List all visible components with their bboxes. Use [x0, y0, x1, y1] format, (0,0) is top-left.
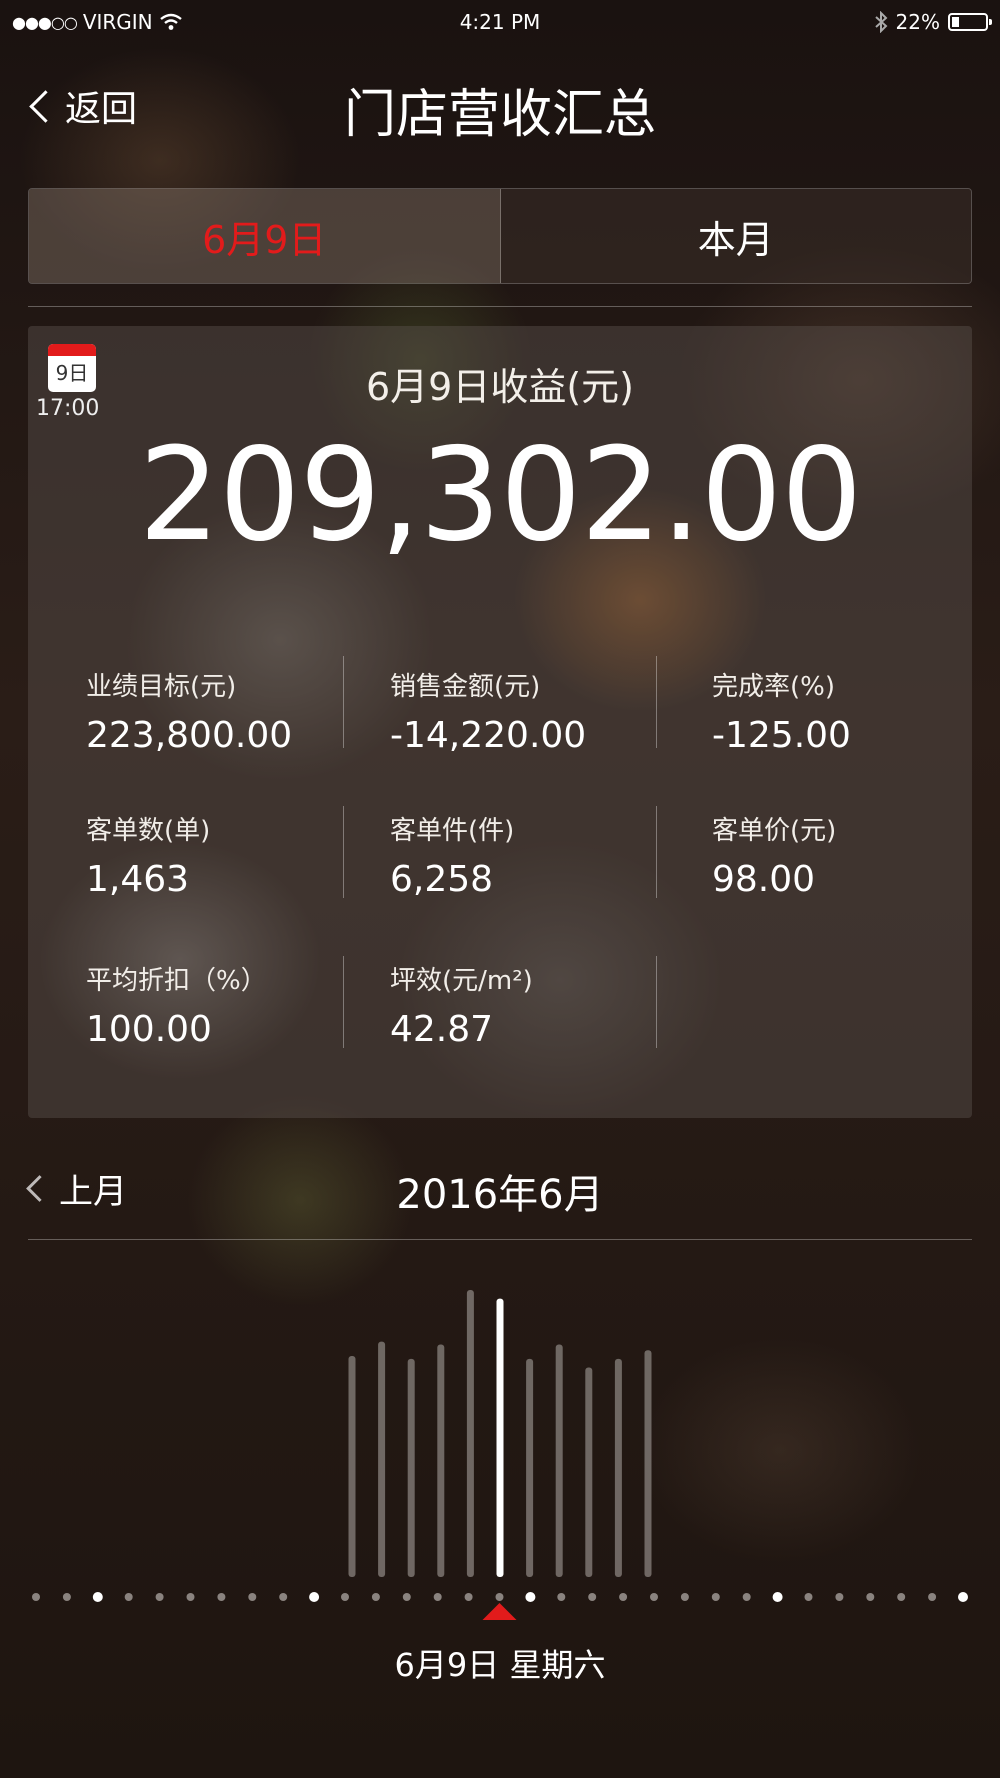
metric-value: -125.00	[712, 715, 851, 756]
battery-fill	[952, 17, 959, 27]
divider	[28, 306, 972, 307]
metric-order-count: 客单数(单) 1,463	[86, 810, 210, 900]
battery-percent: 22%	[895, 10, 940, 34]
day-dot[interactable]	[433, 1593, 442, 1601]
day-dot[interactable]	[495, 1593, 504, 1601]
metric-value: 98.00	[712, 859, 816, 900]
metric-label: 坪效(元/m²)	[390, 966, 533, 996]
metric-avg-order-value: 客单价(元) 98.00	[712, 810, 836, 900]
metric-value: 6,258	[390, 859, 494, 900]
day-bar[interactable]	[348, 1356, 356, 1577]
metric-value: 1,463	[86, 859, 190, 900]
day-dot[interactable]	[279, 1593, 288, 1601]
day-dot[interactable]	[371, 1593, 380, 1601]
day-dot[interactable]	[619, 1593, 628, 1601]
selected-day-label: 6月9日 星期六	[394, 1646, 606, 1684]
status-right: 22%	[874, 10, 992, 34]
revenue-title: 6月9日收益(元)	[365, 365, 634, 409]
month-title: 2016年6月	[396, 1172, 604, 1218]
metric-label: 客单件(件)	[390, 816, 515, 846]
day-dot[interactable]	[217, 1593, 226, 1601]
metric-avg-discount: 平均折扣（%） 100.00	[86, 960, 267, 1050]
day-dot[interactable]	[124, 1593, 133, 1601]
day-bar[interactable]	[526, 1358, 534, 1577]
day-dot[interactable]	[772, 1592, 783, 1602]
day-dot[interactable]	[557, 1593, 566, 1601]
day-dot[interactable]	[32, 1593, 40, 1601]
metric-divider	[343, 956, 344, 1048]
metric-sales-per-sqm: 坪效(元/m²) 42.87	[390, 960, 533, 1050]
date-segment-control: 6月9日 本月	[28, 188, 972, 284]
revenue-card: 9日 17:00 6月9日收益(元) 209,302.00 业绩目标(元) 22…	[28, 326, 972, 1118]
day-bar-selected[interactable]	[496, 1298, 504, 1577]
month-nav: 上月 2016年6月	[0, 1160, 1000, 1220]
revenue-amount: 209,302.00	[138, 421, 863, 570]
tab-today[interactable]: 6月9日	[29, 189, 501, 283]
day-dot[interactable]	[155, 1593, 164, 1601]
day-dot[interactable]	[835, 1593, 844, 1601]
battery-cap	[989, 19, 992, 25]
day-dot[interactable]	[680, 1593, 689, 1601]
metric-value: -14,220.00	[390, 715, 587, 756]
day-dot[interactable]	[958, 1592, 968, 1602]
day-bar[interactable]	[614, 1358, 622, 1577]
metric-label: 客单数(单)	[86, 816, 211, 846]
divider	[28, 1239, 972, 1240]
day-dot[interactable]	[341, 1593, 349, 1601]
day-dot[interactable]	[650, 1593, 658, 1601]
day-dot[interactable]	[309, 1592, 320, 1602]
metric-completion-rate: 完成率(%) -125.00	[712, 666, 851, 756]
day-dot[interactable]	[186, 1593, 195, 1601]
metric-divider	[343, 806, 344, 898]
day-bar[interactable]	[585, 1367, 593, 1577]
metric-items-per-order: 客单件(件) 6,258	[390, 810, 514, 900]
day-dot[interactable]	[525, 1592, 536, 1602]
day-dot[interactable]	[248, 1593, 257, 1601]
day-bar[interactable]	[437, 1344, 445, 1577]
metric-divider	[656, 956, 657, 1048]
day-bar[interactable]	[555, 1344, 563, 1577]
metric-divider	[656, 806, 657, 898]
metric-sales-amount: 销售金额(元) -14,220.00	[390, 666, 586, 756]
status-time: 4:21 PM	[459, 10, 541, 34]
metric-sales-target: 业绩目标(元) 223,800.00	[86, 666, 292, 756]
metric-label: 完成率(%)	[712, 672, 835, 702]
metric-divider	[656, 656, 657, 748]
calendar-header	[48, 344, 96, 356]
bluetooth-icon	[874, 11, 887, 33]
day-dot[interactable]	[402, 1593, 411, 1601]
day-bar[interactable]	[378, 1341, 386, 1577]
day-dot[interactable]	[897, 1593, 906, 1601]
day-dot[interactable]	[711, 1593, 720, 1601]
day-bar[interactable]	[466, 1290, 474, 1577]
day-dot[interactable]	[742, 1593, 751, 1601]
nav-bar: 返回 门店营收汇总	[0, 60, 1000, 150]
selected-day-marker	[482, 1603, 517, 1620]
day-dot[interactable]	[92, 1592, 103, 1602]
metric-value: 100.00	[86, 1009, 212, 1050]
metric-label: 销售金额(元)	[390, 672, 541, 702]
day-bar[interactable]	[644, 1350, 652, 1577]
day-dot[interactable]	[804, 1593, 813, 1601]
page-title: 门店营收汇总	[343, 85, 656, 145]
metric-divider	[343, 656, 344, 748]
tab-month[interactable]: 本月	[500, 189, 971, 283]
metric-value: 42.87	[390, 1009, 494, 1050]
metric-value: 223,800.00	[86, 715, 293, 756]
battery-icon	[948, 13, 992, 31]
status-bar: ●●●○○ VIRGIN 4:21 PM 22%	[0, 0, 1000, 44]
day-bar[interactable]	[407, 1358, 415, 1577]
day-dot[interactable]	[62, 1593, 71, 1601]
day-dot[interactable]	[588, 1593, 597, 1601]
day-dot[interactable]	[866, 1593, 875, 1601]
day-dot[interactable]	[928, 1593, 937, 1601]
metric-label: 平均折扣（%）	[86, 966, 267, 996]
metric-label: 业绩目标(元)	[86, 672, 237, 702]
day-dot[interactable]	[464, 1593, 473, 1601]
daily-bar-chart[interactable]	[0, 1250, 1000, 1630]
metric-label: 客单价(元)	[712, 816, 837, 846]
